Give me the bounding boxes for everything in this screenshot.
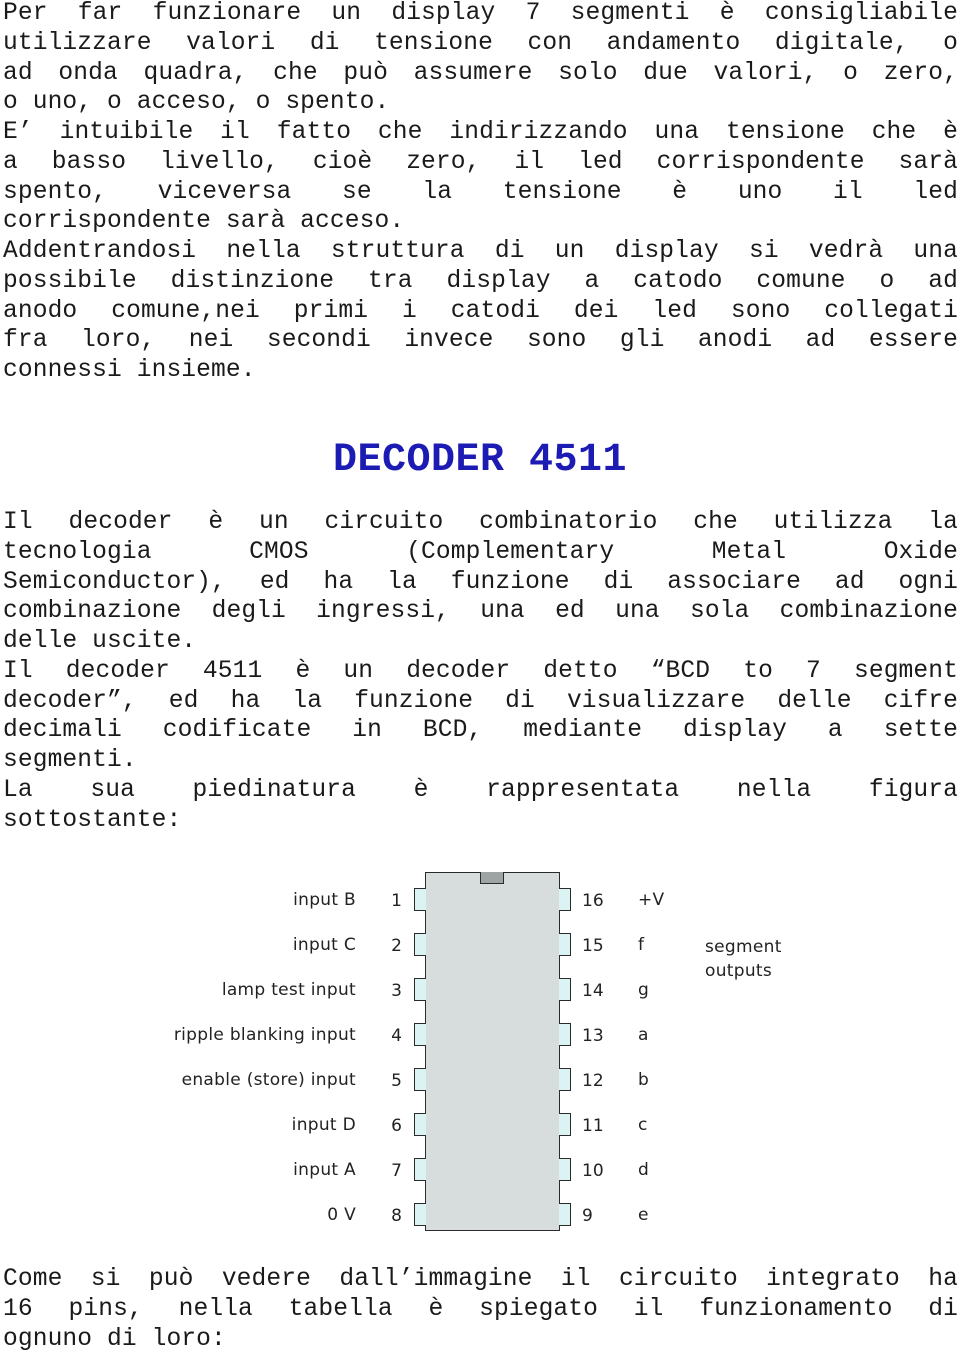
pin-number: 14 bbox=[582, 981, 604, 1001]
text-line: delle uscite. bbox=[3, 628, 197, 655]
pin-number: 8 bbox=[391, 1206, 402, 1226]
chip-body bbox=[425, 872, 560, 1231]
pin-10 bbox=[559, 1158, 571, 1181]
text-line: La sua piedinatura è rappresentata nella… bbox=[3, 776, 958, 804]
pin-14 bbox=[559, 978, 571, 1001]
pin-12 bbox=[559, 1068, 571, 1091]
text-line: decoder”, ed ha la funzione di visualizz… bbox=[3, 687, 958, 715]
pin-number: 11 bbox=[582, 1116, 604, 1136]
intro-paragraph-2: Addentrandosi nella struttura di un disp… bbox=[3, 237, 958, 386]
text-line: a basso livello, cioè zero, il led corri… bbox=[3, 148, 958, 176]
pin-number: 2 bbox=[391, 936, 402, 956]
text-line: ad onda quadra, che può assumere solo du… bbox=[3, 59, 958, 87]
pin-number: 16 bbox=[582, 891, 604, 911]
text-line: E’ intuibile il fatto che indirizzando u… bbox=[3, 119, 958, 146]
pinout-figure: 1 input B 2 input C 3 lamp test input 4 ripple … bbox=[0, 860, 960, 1240]
pin-16 bbox=[559, 888, 571, 911]
pin-number: 6 bbox=[391, 1116, 402, 1136]
text-line: connessi insieme. bbox=[3, 357, 256, 384]
chip-notch bbox=[480, 872, 504, 884]
text-line: corrispondente sarà acceso. bbox=[3, 208, 405, 236]
pin-label: input C bbox=[292, 935, 356, 955]
segment-outputs-label: segment outputs bbox=[705, 935, 782, 983]
pin-6 bbox=[414, 1113, 426, 1136]
text-line: Come si può vedere dall’immagine il circ… bbox=[3, 1266, 958, 1293]
pin-label: a bbox=[638, 1025, 649, 1045]
text-line: Il decoder 4511 è un decoder detto “BCD … bbox=[3, 657, 958, 685]
pin-number: 9 bbox=[582, 1206, 593, 1226]
pin-number: 7 bbox=[391, 1161, 402, 1181]
pin-label: g bbox=[638, 980, 650, 1000]
segment-outputs-label-line2: outputs bbox=[705, 961, 773, 981]
text-line: Semiconductor), ed ha la funzione di ass… bbox=[3, 568, 958, 596]
text-line: anodo comune,nei primi i catodi dei led … bbox=[3, 297, 958, 325]
pin-label: +V bbox=[638, 890, 665, 910]
pin-label: input B bbox=[293, 890, 356, 910]
text-line: Addentrandosi nella struttura di un disp… bbox=[3, 238, 958, 265]
pin-number: 10 bbox=[582, 1161, 604, 1181]
pin-number: 1 bbox=[391, 891, 402, 911]
pin-9 bbox=[559, 1203, 571, 1226]
text-line: combinazione degli ingressi, una ed una … bbox=[3, 598, 958, 626]
section-heading: DECODER 4511 bbox=[332, 438, 628, 483]
pin-label: input D bbox=[291, 1115, 356, 1135]
decoder-description-paragraph: Il decoder è un circuito combinatorio ch… bbox=[3, 508, 958, 835]
intro-paragraph-1: Per far funzionare un display 7 segmenti… bbox=[3, 0, 958, 237]
text-line: fra loro, nei secondi invece sono gli an… bbox=[3, 327, 958, 355]
text-line: Per far funzionare un display 7 segmenti… bbox=[3, 0, 958, 27]
text-line: Il decoder è un circuito combinatorio ch… bbox=[3, 509, 958, 536]
text-line: o uno, o acceso, o spento. bbox=[3, 89, 390, 117]
pin-label: ripple blanking input bbox=[173, 1025, 356, 1045]
pin-2 bbox=[414, 933, 426, 956]
text-line: ognuno di loro: bbox=[3, 1325, 226, 1353]
pin-number: 3 bbox=[391, 981, 402, 1001]
pin-4 bbox=[414, 1023, 426, 1046]
pin-13 bbox=[559, 1023, 571, 1046]
text-line: possibile distinzione tra display a cato… bbox=[3, 267, 958, 295]
pin-number: 4 bbox=[391, 1026, 402, 1046]
text-line: tecnologia CMOS (Complementary Metal Oxi… bbox=[3, 538, 958, 566]
pin-label: b bbox=[638, 1070, 650, 1090]
pin-3 bbox=[414, 978, 426, 1001]
pin-label: c bbox=[638, 1115, 648, 1135]
pin-label: e bbox=[638, 1205, 649, 1225]
pin-11 bbox=[559, 1113, 571, 1136]
pin-number: 12 bbox=[582, 1071, 604, 1091]
pin-number: 5 bbox=[391, 1071, 402, 1091]
text-line: utilizzare valori di tensione con andame… bbox=[3, 29, 958, 57]
pin-5 bbox=[414, 1068, 426, 1091]
pin-15 bbox=[559, 933, 571, 956]
pin-label: f bbox=[638, 935, 645, 955]
text-line: segmenti. bbox=[3, 747, 137, 774]
pin-label: enable (store) input bbox=[181, 1070, 356, 1090]
pin-1 bbox=[414, 888, 426, 911]
pin-label: 0 V bbox=[327, 1205, 356, 1225]
closing-paragraph: Come si può vedere dall’immagine il circ… bbox=[3, 1265, 958, 1354]
pin-label: lamp test input bbox=[221, 980, 356, 1000]
pin-label: input A bbox=[293, 1160, 356, 1180]
text-line: 16 pins, nella tabella è spiegato il fun… bbox=[3, 1295, 958, 1323]
text-line: sottostante: bbox=[3, 806, 182, 834]
pin-8 bbox=[414, 1203, 426, 1226]
pin-number: 15 bbox=[582, 936, 604, 956]
pin-7 bbox=[414, 1158, 426, 1181]
segment-outputs-label-line1: segment bbox=[705, 937, 782, 957]
text-line: decimali codificate in BCD, mediante dis… bbox=[3, 717, 958, 745]
pin-label: d bbox=[638, 1160, 650, 1180]
pin-number: 13 bbox=[582, 1026, 604, 1046]
text-line: spento, viceversa se la tensione è uno i… bbox=[3, 178, 958, 206]
